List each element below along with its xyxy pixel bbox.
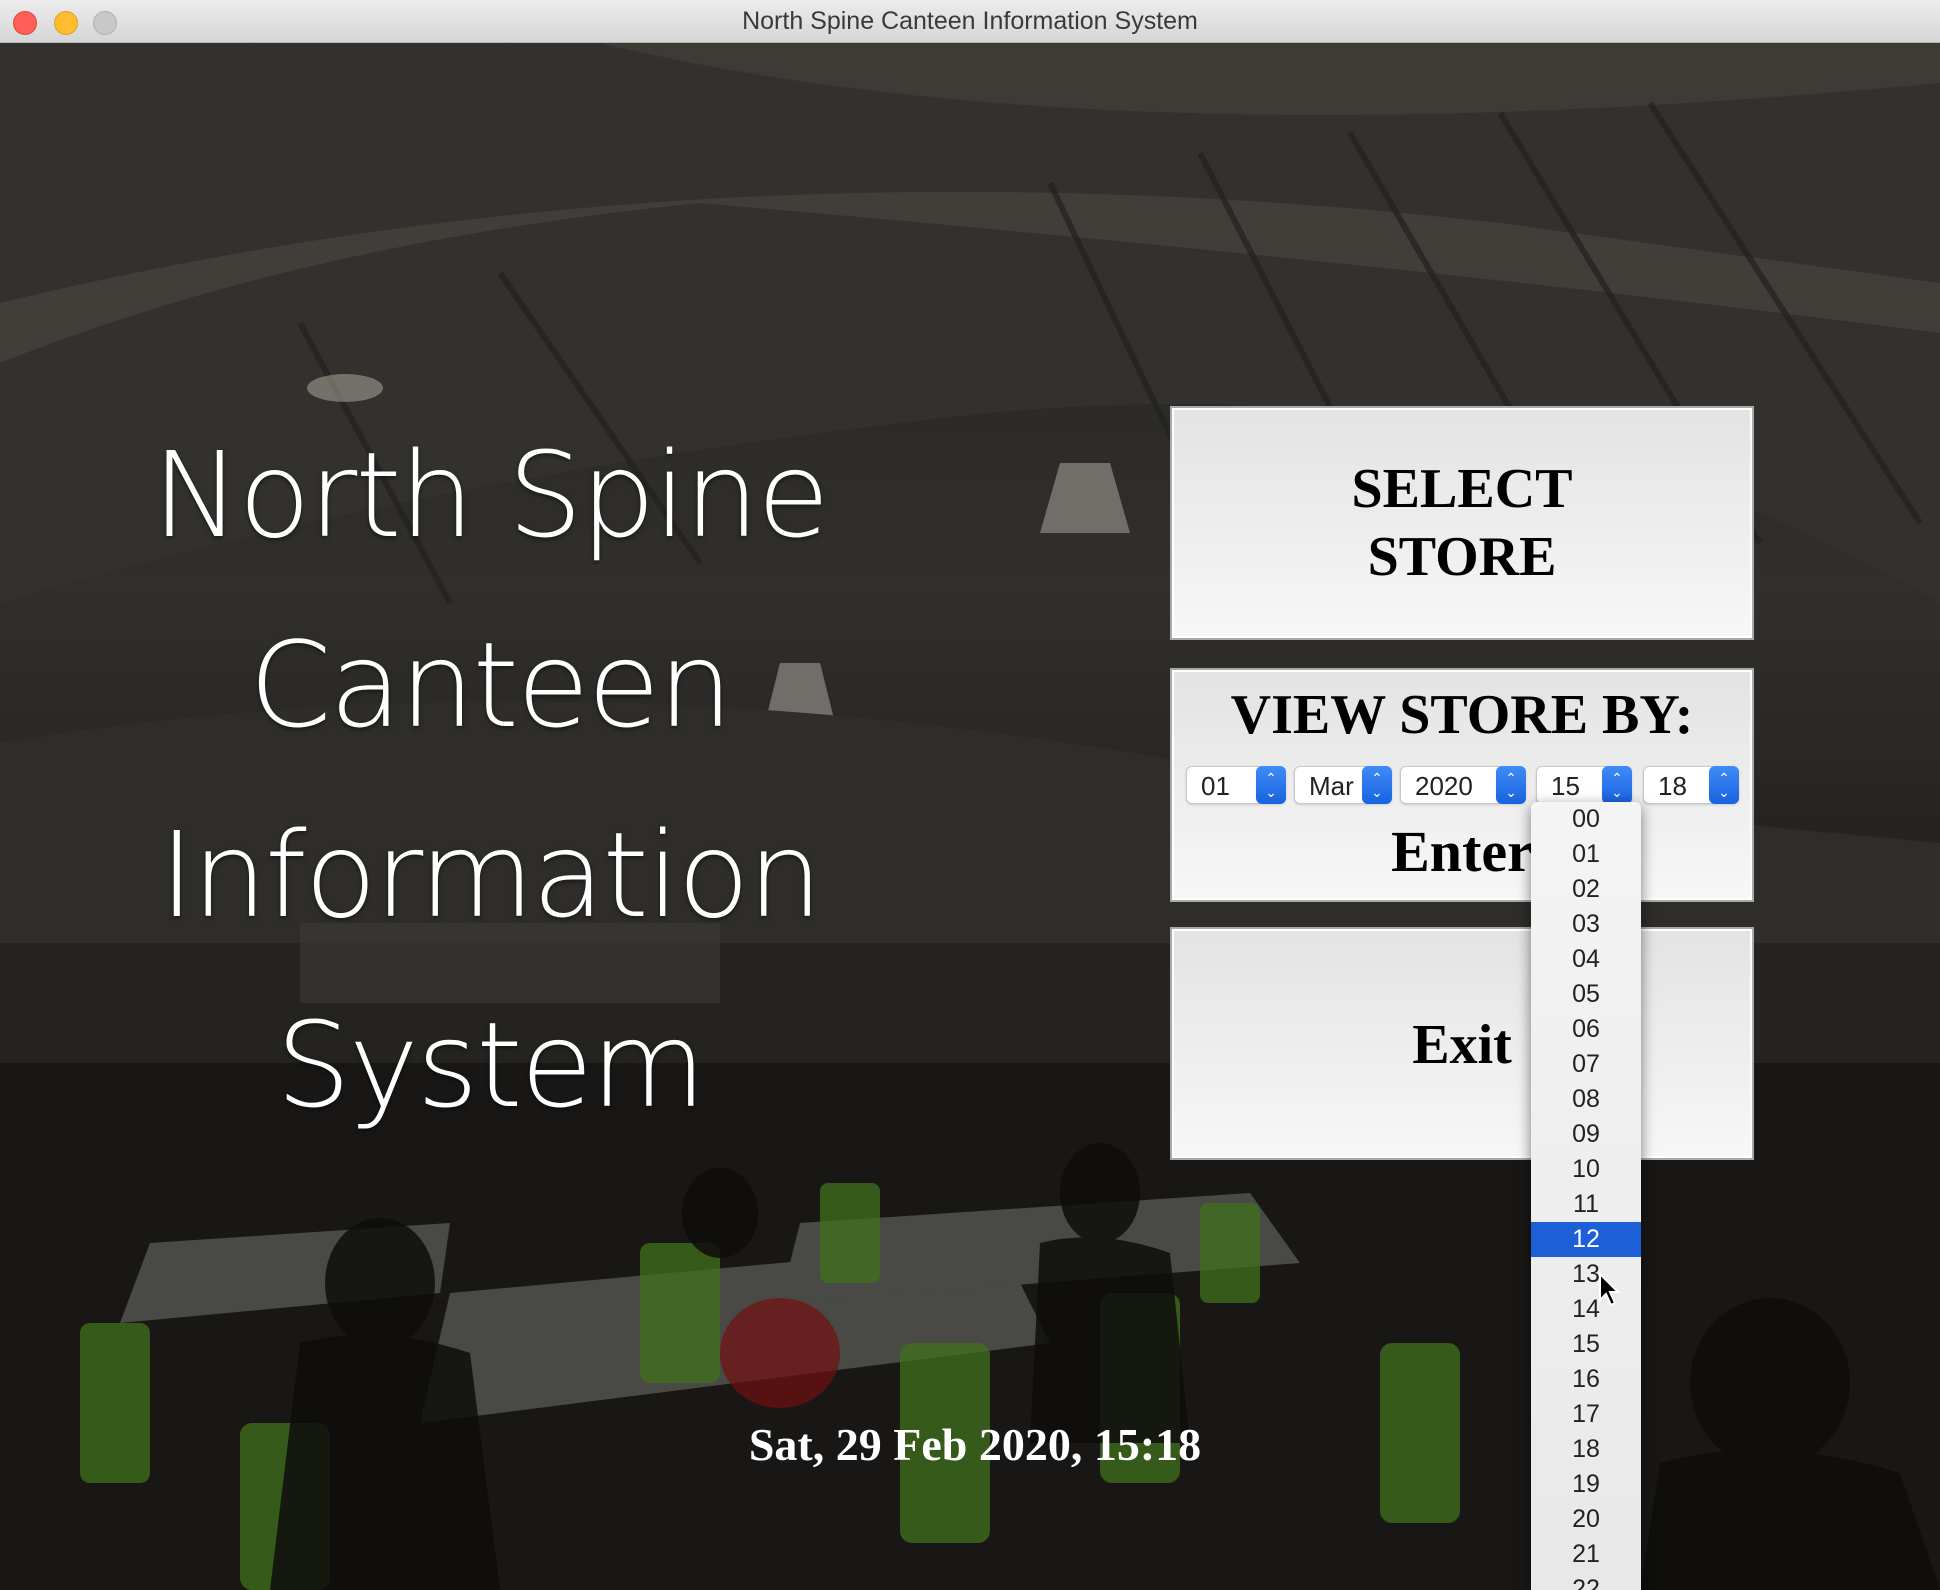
hour-option[interactable]: 15: [1531, 1327, 1641, 1362]
month-value: Mar: [1309, 771, 1354, 801]
hour-option[interactable]: 22: [1531, 1572, 1641, 1590]
hour-option[interactable]: 05: [1531, 977, 1641, 1012]
year-stepper-icon: ⌃ ⌄: [1496, 766, 1526, 804]
app-title-line: Canteen: [249, 616, 733, 754]
hour-option[interactable]: 08: [1531, 1082, 1641, 1117]
enter-button[interactable]: Enter: [1172, 816, 1752, 888]
day-select[interactable]: 01 ⌃ ⌄: [1186, 766, 1286, 804]
hour-dropdown-list[interactable]: 00 01 02 03 04 05 06 07 08 09 10 11 12 13 14 15 16 17 18 19…: [1531, 802, 1641, 1590]
hour-option[interactable]: 00: [1531, 802, 1641, 837]
hour-option[interactable]: 09: [1531, 1117, 1641, 1152]
hour-stepper-icon: ⌃ ⌄: [1602, 766, 1632, 804]
month-select[interactable]: Mar ⌃ ⌄: [1294, 766, 1392, 804]
day-stepper-icon: ⌃ ⌄: [1256, 766, 1286, 804]
hour-option[interactable]: 10: [1531, 1152, 1641, 1187]
minute-stepper-icon: ⌃ ⌄: [1709, 766, 1739, 804]
hour-option[interactable]: 02: [1531, 872, 1641, 907]
select-store-label-line1: SELECT: [1351, 458, 1573, 520]
app-title: North Spine Canteen Information System: [130, 400, 850, 1160]
hour-option[interactable]: 21: [1531, 1537, 1641, 1572]
mouse-cursor-icon: [1599, 1272, 1621, 1307]
hour-option[interactable]: 19: [1531, 1467, 1641, 1502]
hour-option[interactable]: 17: [1531, 1397, 1641, 1432]
hour-option[interactable]: 06: [1531, 1012, 1641, 1047]
minute-select[interactable]: 18 ⌃ ⌄: [1643, 766, 1739, 804]
view-store-by-title: VIEW STORE BY:: [1230, 684, 1694, 746]
month-stepper-icon: ⌃ ⌄: [1362, 766, 1392, 804]
hour-option[interactable]: 07: [1531, 1047, 1641, 1082]
minute-value: 18: [1658, 771, 1687, 801]
view-store-by-panel: VIEW STORE BY: 01 ⌃ ⌄ Mar ⌃ ⌄ 2020 ⌃ ⌄ 15 ⌃…: [1170, 668, 1754, 902]
hour-option[interactable]: 12: [1531, 1222, 1641, 1257]
app-title-line: System: [275, 996, 706, 1134]
exit-button[interactable]: Exit: [1170, 927, 1754, 1160]
select-store-label-line2: STORE: [1367, 526, 1557, 588]
app-title-line: North Spine: [152, 426, 830, 564]
hour-option[interactable]: 03: [1531, 907, 1641, 942]
year-select[interactable]: 2020 ⌃ ⌄: [1400, 766, 1526, 804]
hour-option[interactable]: 13: [1531, 1257, 1641, 1292]
year-value: 2020: [1415, 771, 1473, 801]
hour-option[interactable]: 14: [1531, 1292, 1641, 1327]
window-titlebar: North Spine Canteen Information System: [0, 0, 1940, 43]
hour-option[interactable]: 01: [1531, 837, 1641, 872]
hour-option[interactable]: 04: [1531, 942, 1641, 977]
current-datetime: Sat, 29 Feb 2020, 15:18: [748, 1419, 1202, 1470]
select-store-button[interactable]: SELECT STORE: [1170, 406, 1754, 640]
day-value: 01: [1201, 771, 1230, 801]
hour-option[interactable]: 18: [1531, 1432, 1641, 1467]
window-title: North Spine Canteen Information System: [742, 7, 1198, 35]
hour-select[interactable]: 15 ⌃ ⌄: [1536, 766, 1632, 804]
app-title-line: Information: [159, 806, 822, 944]
hour-option[interactable]: 11: [1531, 1187, 1641, 1222]
hour-option[interactable]: 20: [1531, 1502, 1641, 1537]
hour-value: 15: [1551, 771, 1580, 801]
hour-option[interactable]: 16: [1531, 1362, 1641, 1397]
